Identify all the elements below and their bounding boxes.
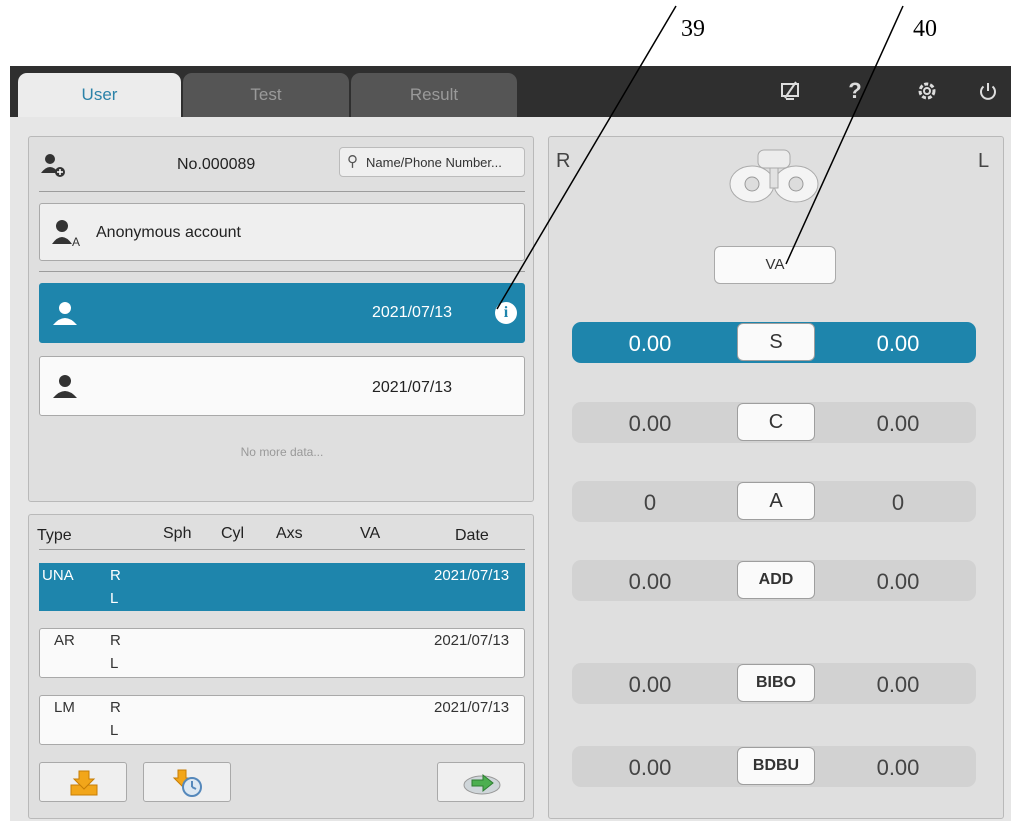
header-sph: Sph bbox=[163, 525, 192, 542]
divider bbox=[39, 549, 525, 550]
tab-result[interactable]: Result bbox=[351, 73, 517, 117]
history-row[interactable]: LM R L 2021/07/13 bbox=[39, 695, 525, 745]
no-more-data-label: No more data... bbox=[240, 445, 324, 459]
history-row[interactable]: AR R L 2021/07/13 bbox=[39, 628, 525, 678]
history-row-selected[interactable]: UNA R L 2021/07/13 bbox=[39, 563, 525, 611]
history-import-button[interactable] bbox=[143, 762, 231, 802]
cylinder-left-value: 0.00 bbox=[876, 411, 920, 436]
user-date: 2021/07/13 bbox=[372, 304, 453, 321]
svg-text:A: A bbox=[72, 235, 80, 248]
row-eye-r: R bbox=[110, 699, 121, 716]
sphere-button[interactable]: S bbox=[737, 323, 815, 361]
tab-test[interactable]: Test bbox=[183, 73, 349, 117]
search-icon: ⚲ bbox=[347, 153, 358, 170]
power-icon[interactable] bbox=[975, 78, 1001, 104]
header-va: VA bbox=[360, 525, 381, 542]
bibo-button[interactable]: BIBO bbox=[737, 664, 815, 702]
user-icon bbox=[52, 300, 78, 331]
add-user-icon[interactable] bbox=[39, 151, 67, 179]
divider bbox=[39, 191, 525, 192]
user-number: No.000089 bbox=[177, 156, 256, 173]
tab-user[interactable]: User bbox=[18, 73, 181, 117]
user-panel: No.000089 ⚲ Name/Phone Number... A Anony… bbox=[28, 136, 534, 502]
help-icon[interactable]: ? bbox=[842, 78, 868, 104]
row-eye-r: R bbox=[110, 567, 121, 584]
anonymous-user-icon: A bbox=[50, 218, 82, 253]
search-input[interactable]: ⚲ Name/Phone Number... bbox=[339, 147, 525, 177]
bibo-left-value: 0.00 bbox=[876, 672, 920, 697]
user-icon bbox=[52, 373, 78, 404]
add-button[interactable]: ADD bbox=[737, 561, 815, 599]
history-import-icon bbox=[172, 768, 204, 803]
transfer-button[interactable] bbox=[437, 762, 525, 802]
bdbu-left-value: 0.00 bbox=[876, 755, 920, 780]
bibo-right-value: 0.00 bbox=[628, 672, 672, 697]
divider bbox=[39, 271, 525, 272]
callout-39: 39 bbox=[681, 16, 705, 42]
va-button[interactable]: VA bbox=[714, 246, 836, 284]
add-right-value: 0.00 bbox=[628, 569, 672, 594]
row-type: AR bbox=[54, 632, 75, 649]
axis-left-value: 0 bbox=[891, 490, 905, 515]
header-date: Date bbox=[455, 527, 489, 544]
row-eye-l: L bbox=[110, 655, 119, 672]
anonymous-account-button[interactable]: A Anonymous account bbox=[39, 203, 525, 261]
axis-button[interactable]: A bbox=[737, 482, 815, 520]
right-eye-label: R bbox=[556, 150, 571, 172]
sphere-left-value: 0.00 bbox=[876, 331, 920, 356]
add-left-value: 0.00 bbox=[876, 569, 920, 594]
row-eye-r: R bbox=[110, 632, 121, 649]
history-panel: Type Sph Cyl Axs VA Date UNA R L 2021/07… bbox=[28, 514, 534, 819]
screen-off-icon[interactable] bbox=[777, 78, 803, 104]
callout-40: 40 bbox=[913, 16, 937, 42]
axis-right-value: 0 bbox=[643, 490, 657, 515]
user-date: 2021/07/13 bbox=[372, 379, 453, 396]
cylinder-button[interactable]: C bbox=[737, 403, 815, 441]
row-date: 2021/07/13 bbox=[434, 632, 510, 649]
header-cyl: Cyl bbox=[221, 525, 245, 542]
search-placeholder: Name/Phone Number... bbox=[366, 155, 502, 170]
import-button[interactable] bbox=[39, 762, 127, 802]
header-type: Type bbox=[37, 527, 72, 544]
transfer-icon bbox=[462, 770, 502, 801]
user-list-item[interactable]: 2021/07/13 bbox=[39, 356, 525, 416]
cylinder-right-value: 0.00 bbox=[628, 411, 672, 436]
row-type: LM bbox=[54, 699, 75, 716]
top-tab-bar: User Test Result ? bbox=[10, 66, 1011, 117]
refraction-panel bbox=[548, 136, 1004, 819]
row-date: 2021/07/13 bbox=[434, 567, 510, 584]
info-icon[interactable]: i bbox=[495, 302, 517, 324]
sphere-right-value: 0.00 bbox=[628, 331, 672, 356]
left-eye-label: L bbox=[978, 150, 990, 172]
user-list-item-selected[interactable]: 2021/07/13 i bbox=[39, 283, 525, 343]
phoropter-icon bbox=[726, 146, 822, 213]
bdbu-right-value: 0.00 bbox=[628, 755, 672, 780]
settings-icon[interactable] bbox=[914, 78, 940, 104]
app-window: User Test Result ? No.000089 ⚲ Name/Phon… bbox=[10, 66, 1011, 821]
import-icon bbox=[69, 769, 99, 802]
anonymous-account-label: Anonymous account bbox=[96, 224, 241, 241]
row-eye-l: L bbox=[110, 722, 119, 739]
row-date: 2021/07/13 bbox=[434, 699, 510, 716]
bdbu-button[interactable]: BDBU bbox=[737, 747, 815, 785]
header-axs: Axs bbox=[276, 525, 303, 542]
row-type: UNA bbox=[42, 567, 74, 584]
row-eye-l: L bbox=[110, 590, 119, 607]
